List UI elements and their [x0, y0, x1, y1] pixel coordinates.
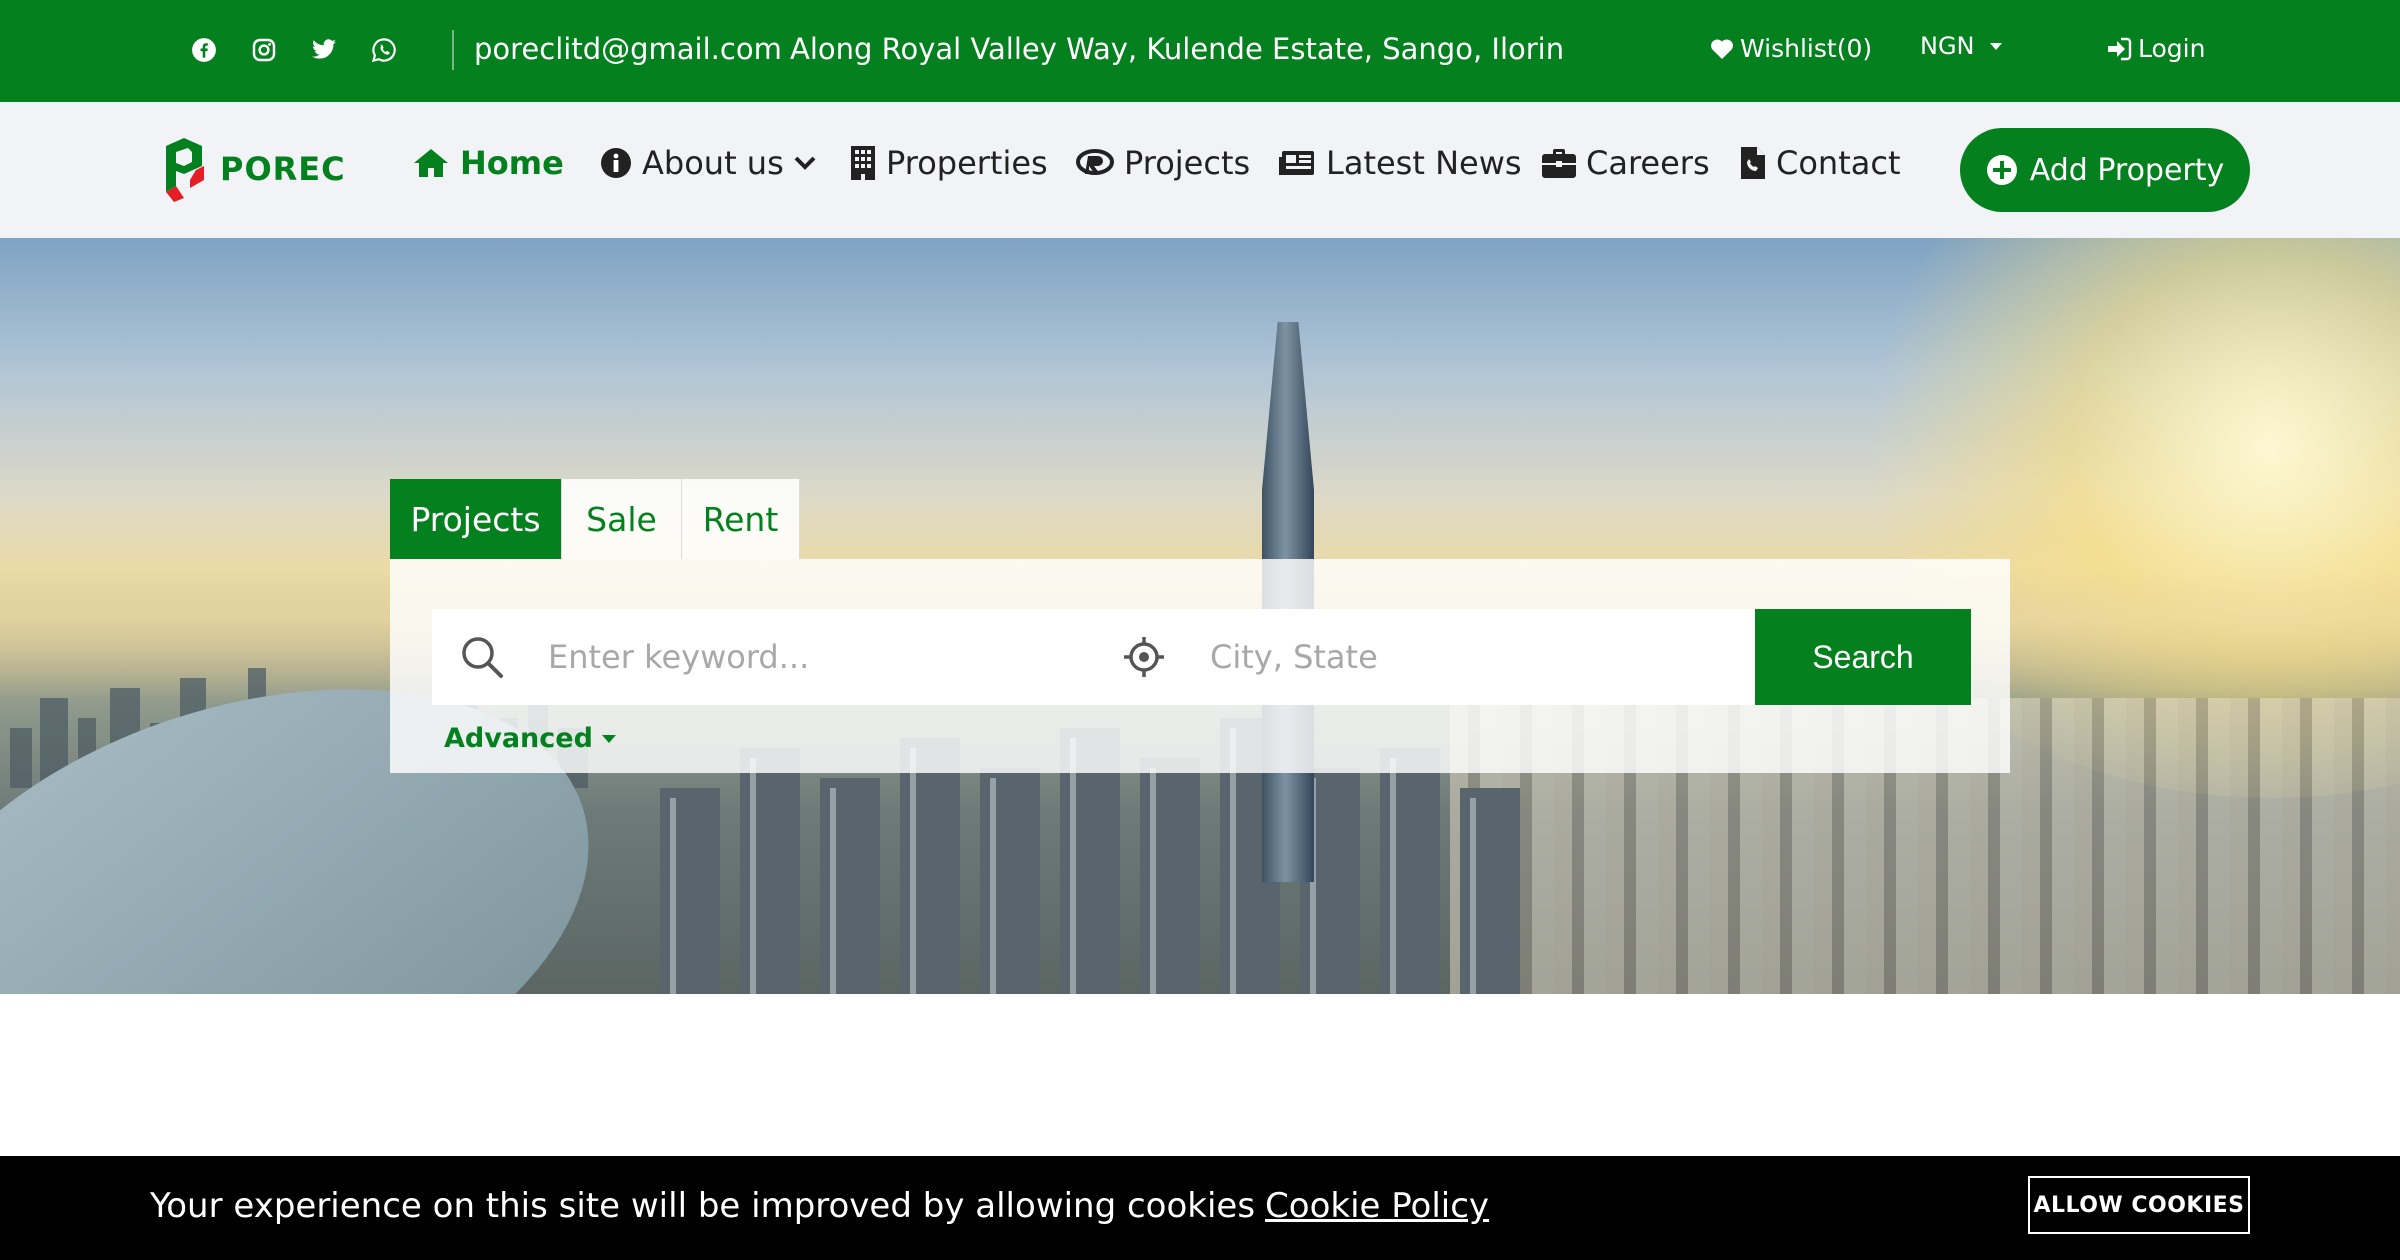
briefcase-icon	[1542, 149, 1576, 178]
nav-news-label: Latest News	[1326, 144, 1522, 182]
nav-home[interactable]: Home	[412, 144, 564, 182]
search-box	[432, 609, 1757, 705]
nav-contact-label: Contact	[1776, 144, 1901, 182]
nav-about-label: About us	[642, 144, 784, 182]
site-logo[interactable]: POREC	[162, 136, 346, 202]
cookie-message: Your experience on this site will be imp…	[150, 1186, 1489, 1226]
caret-down-icon	[601, 734, 616, 743]
instagram-icon[interactable]	[248, 32, 280, 68]
tab-rent[interactable]: Rent	[682, 479, 800, 559]
contact-email[interactable]: poreclitd@gmail.com	[474, 32, 782, 66]
porec-logo-icon	[166, 138, 204, 202]
main-navigation: POREC Home About us Properties Projects …	[0, 102, 2400, 238]
cookie-consent-bar: Your experience on this site will be imp…	[0, 1156, 2400, 1260]
search-tabs: Projects Sale Rent	[390, 479, 800, 559]
advanced-label: Advanced	[444, 723, 593, 754]
caret-down-icon	[1989, 42, 2002, 50]
building-icon	[851, 146, 875, 180]
login-label: Login	[2138, 34, 2206, 63]
search-button[interactable]: Search	[1755, 609, 1971, 705]
newspaper-icon	[1279, 151, 1314, 175]
add-property-label: Add Property	[2029, 152, 2225, 188]
search-icon	[462, 637, 503, 678]
topbar-divider	[452, 30, 454, 70]
cookie-message-text: Your experience on this site will be imp…	[150, 1186, 1256, 1226]
nav-contact[interactable]: Contact	[1740, 144, 1901, 182]
nav-projects[interactable]: Projects	[1076, 144, 1250, 182]
brand-name: POREC	[220, 150, 346, 188]
nav-properties-label: Properties	[886, 144, 1048, 182]
contact-file-icon	[1741, 147, 1765, 179]
nav-careers-label: Careers	[1586, 144, 1710, 182]
heart-icon	[1711, 38, 1733, 59]
social-links	[188, 32, 400, 68]
advanced-search-toggle[interactable]: Advanced	[444, 723, 617, 754]
login-link[interactable]: Login	[2106, 34, 2205, 63]
facebook-icon[interactable]	[188, 32, 220, 68]
top-bar: poreclitd@gmail.com Along Royal Valley W…	[0, 0, 2400, 102]
chevron-down-icon	[794, 156, 816, 170]
tab-projects[interactable]: Projects	[390, 479, 562, 559]
search-panel: Search Advanced	[390, 559, 2010, 773]
twitter-icon[interactable]	[308, 32, 340, 68]
home-icon	[414, 149, 448, 177]
wishlist-label: Wishlist(0)	[1740, 34, 1873, 63]
contact-address: Along Royal Valley Way, Kulende Estate, …	[790, 32, 1565, 66]
cookie-policy-link[interactable]: Cookie Policy	[1265, 1186, 1489, 1226]
plus-circle-icon	[1986, 155, 2017, 185]
tab-sale[interactable]: Sale	[562, 479, 682, 559]
nav-careers[interactable]: Careers	[1542, 144, 1710, 182]
nav-projects-label: Projects	[1124, 144, 1251, 182]
currency-value: NGN	[1920, 32, 1975, 60]
info-icon	[601, 148, 631, 178]
currency-select[interactable]: NGN	[1920, 32, 2003, 60]
nav-properties[interactable]: Properties	[850, 144, 1048, 182]
nav-home-label: Home	[460, 144, 564, 182]
projects-icon	[1076, 149, 1114, 175]
wishlist-link[interactable]: Wishlist(0)	[1710, 34, 1872, 63]
keyword-input[interactable]	[548, 609, 1088, 705]
whatsapp-icon[interactable]	[368, 32, 400, 68]
allow-cookies-button[interactable]: ALLOW COOKIES	[2028, 1176, 2250, 1234]
location-input[interactable]	[1210, 609, 1730, 705]
crosshair-location-icon[interactable]	[1122, 635, 1166, 679]
nav-about-us[interactable]: About us	[600, 144, 816, 182]
add-property-button[interactable]: Add Property	[1960, 128, 2250, 212]
nav-latest-news[interactable]: Latest News	[1278, 144, 1522, 182]
sign-in-icon	[2108, 37, 2132, 60]
